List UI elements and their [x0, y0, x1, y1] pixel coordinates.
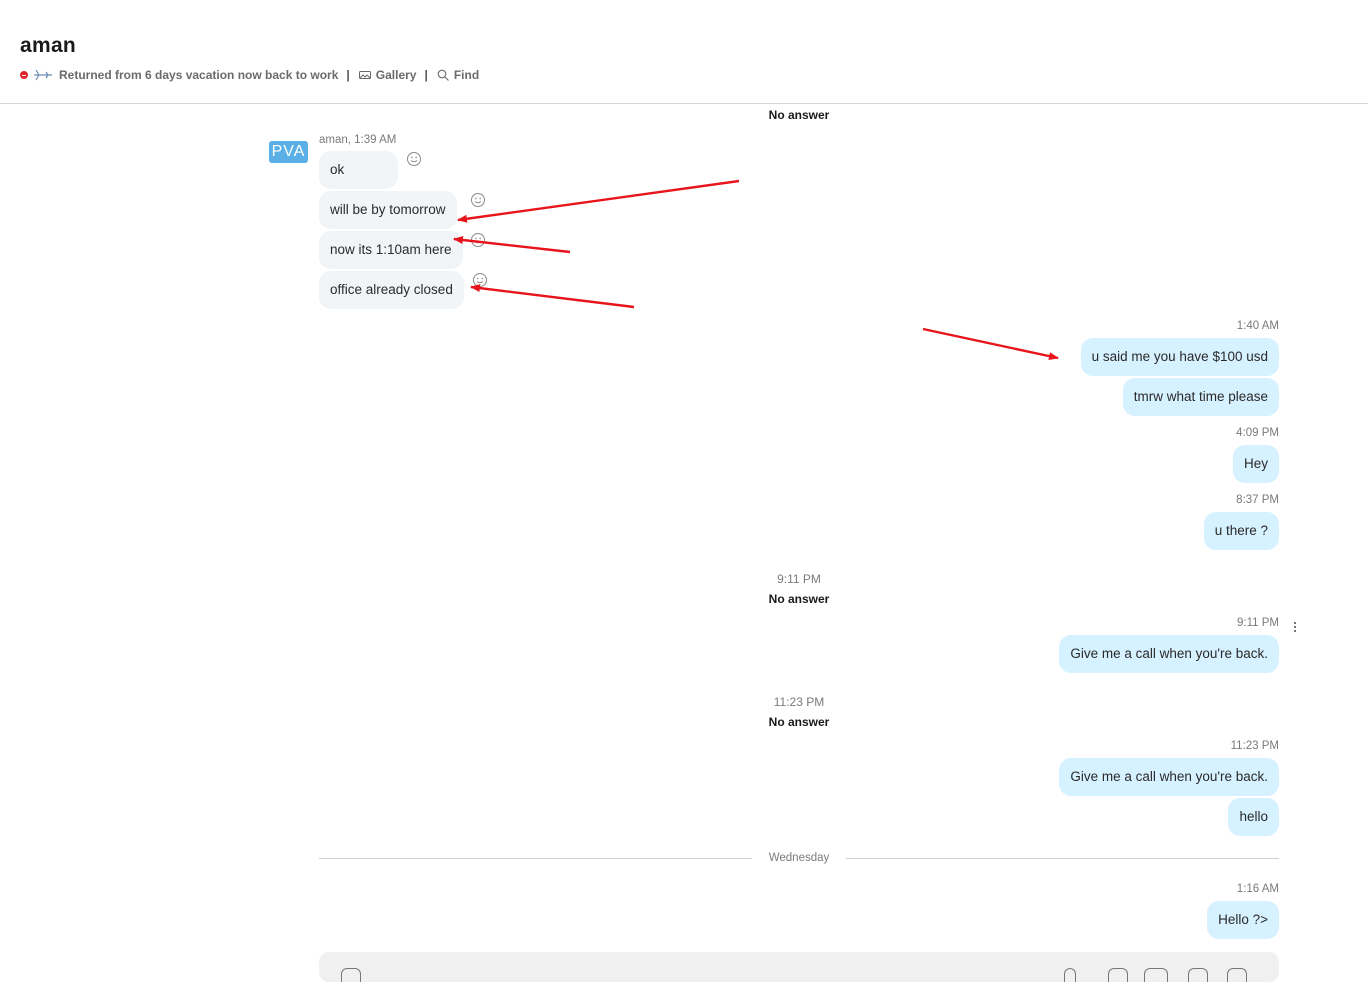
separator: | [424, 68, 428, 82]
message-timestamp: 9:11 PM [1237, 617, 1279, 629]
message-bubble-outgoing[interactable]: Give me a call when you're back. [1059, 758, 1279, 796]
header-subbar: Returned from 6 days vacation now back t… [20, 67, 479, 83]
gallery-button[interactable]: Gallery [358, 68, 417, 82]
date-divider-line [846, 858, 1279, 859]
message-bubble-outgoing[interactable]: hello [1228, 798, 1279, 836]
airplane-icon [34, 69, 52, 81]
call-timestamp: 9:11 PM [777, 572, 821, 586]
call-status: No answer [768, 108, 830, 122]
mood-message: Returned from 6 days vacation now back t… [59, 68, 339, 82]
message-timestamp: 4:09 PM [1236, 427, 1279, 439]
find-label: Find [453, 68, 480, 82]
message-bubble-incoming[interactable]: office already closed [319, 271, 464, 309]
add-reaction-icon[interactable] [406, 151, 422, 167]
message-timestamp: 1:16 AM [1236, 883, 1279, 895]
media-icon[interactable] [1144, 968, 1168, 982]
message-bubble-outgoing[interactable]: u there ? [1203, 512, 1279, 550]
message-timestamp: 1:40 AM [1236, 320, 1279, 332]
message-bubble-outgoing[interactable]: u said me you have $100 usd [1080, 338, 1279, 376]
gallery-label: Gallery [375, 68, 417, 82]
separator: | [346, 68, 350, 82]
add-reaction-icon[interactable] [472, 272, 488, 288]
emoji-icon[interactable] [341, 968, 361, 982]
message-bubble-incoming[interactable]: now its 1:10am here [319, 231, 463, 269]
message-bubble-outgoing[interactable]: Hey [1232, 445, 1279, 483]
message-bubble-outgoing[interactable]: tmrw what time please [1122, 378, 1279, 416]
annotation-arrow [922, 327, 1059, 361]
contacts-icon[interactable] [1108, 968, 1128, 982]
call-status: No answer [768, 592, 830, 606]
add-reaction-icon[interactable] [470, 232, 486, 248]
add-reaction-icon[interactable] [470, 192, 486, 208]
message-timestamp: 8:37 PM [1236, 494, 1279, 506]
call-timestamp: 11:23 PM [773, 695, 825, 709]
message-bubble-incoming[interactable]: ok [319, 151, 398, 189]
annotation-overlay [453, 179, 1059, 361]
message-timestamp: 11:23 PM [1230, 740, 1279, 752]
attach-file-icon[interactable] [1064, 968, 1076, 982]
more-options-icon[interactable] [1290, 620, 1300, 634]
avatar[interactable]: PVA [269, 141, 308, 163]
search-icon [437, 69, 449, 81]
sender-timestamp: aman, 1:39 AM [319, 134, 397, 146]
call-status: No answer [768, 715, 830, 729]
annotation-arrow [457, 179, 740, 223]
message-bubble-incoming[interactable]: will be by tomorrow [319, 191, 457, 229]
gallery-icon [358, 71, 371, 79]
do-not-disturb-status-icon [20, 71, 28, 79]
message-bubble-outgoing[interactable]: Hello ?> [1207, 901, 1279, 939]
contact-name[interactable]: aman [20, 34, 76, 58]
schedule-icon[interactable] [1188, 968, 1208, 982]
message-bubble-outgoing[interactable]: Give me a call when you're back. [1059, 635, 1279, 673]
more-composer-icon[interactable] [1227, 968, 1247, 982]
find-button[interactable]: Find [437, 68, 479, 82]
chat-header: aman Returned from 6 days vacation now b… [0, 0, 1368, 104]
date-divider-label: Wednesday [768, 852, 830, 864]
annotation-arrow [470, 284, 635, 309]
message-composer[interactable] [319, 952, 1279, 982]
date-divider-line [319, 858, 752, 859]
